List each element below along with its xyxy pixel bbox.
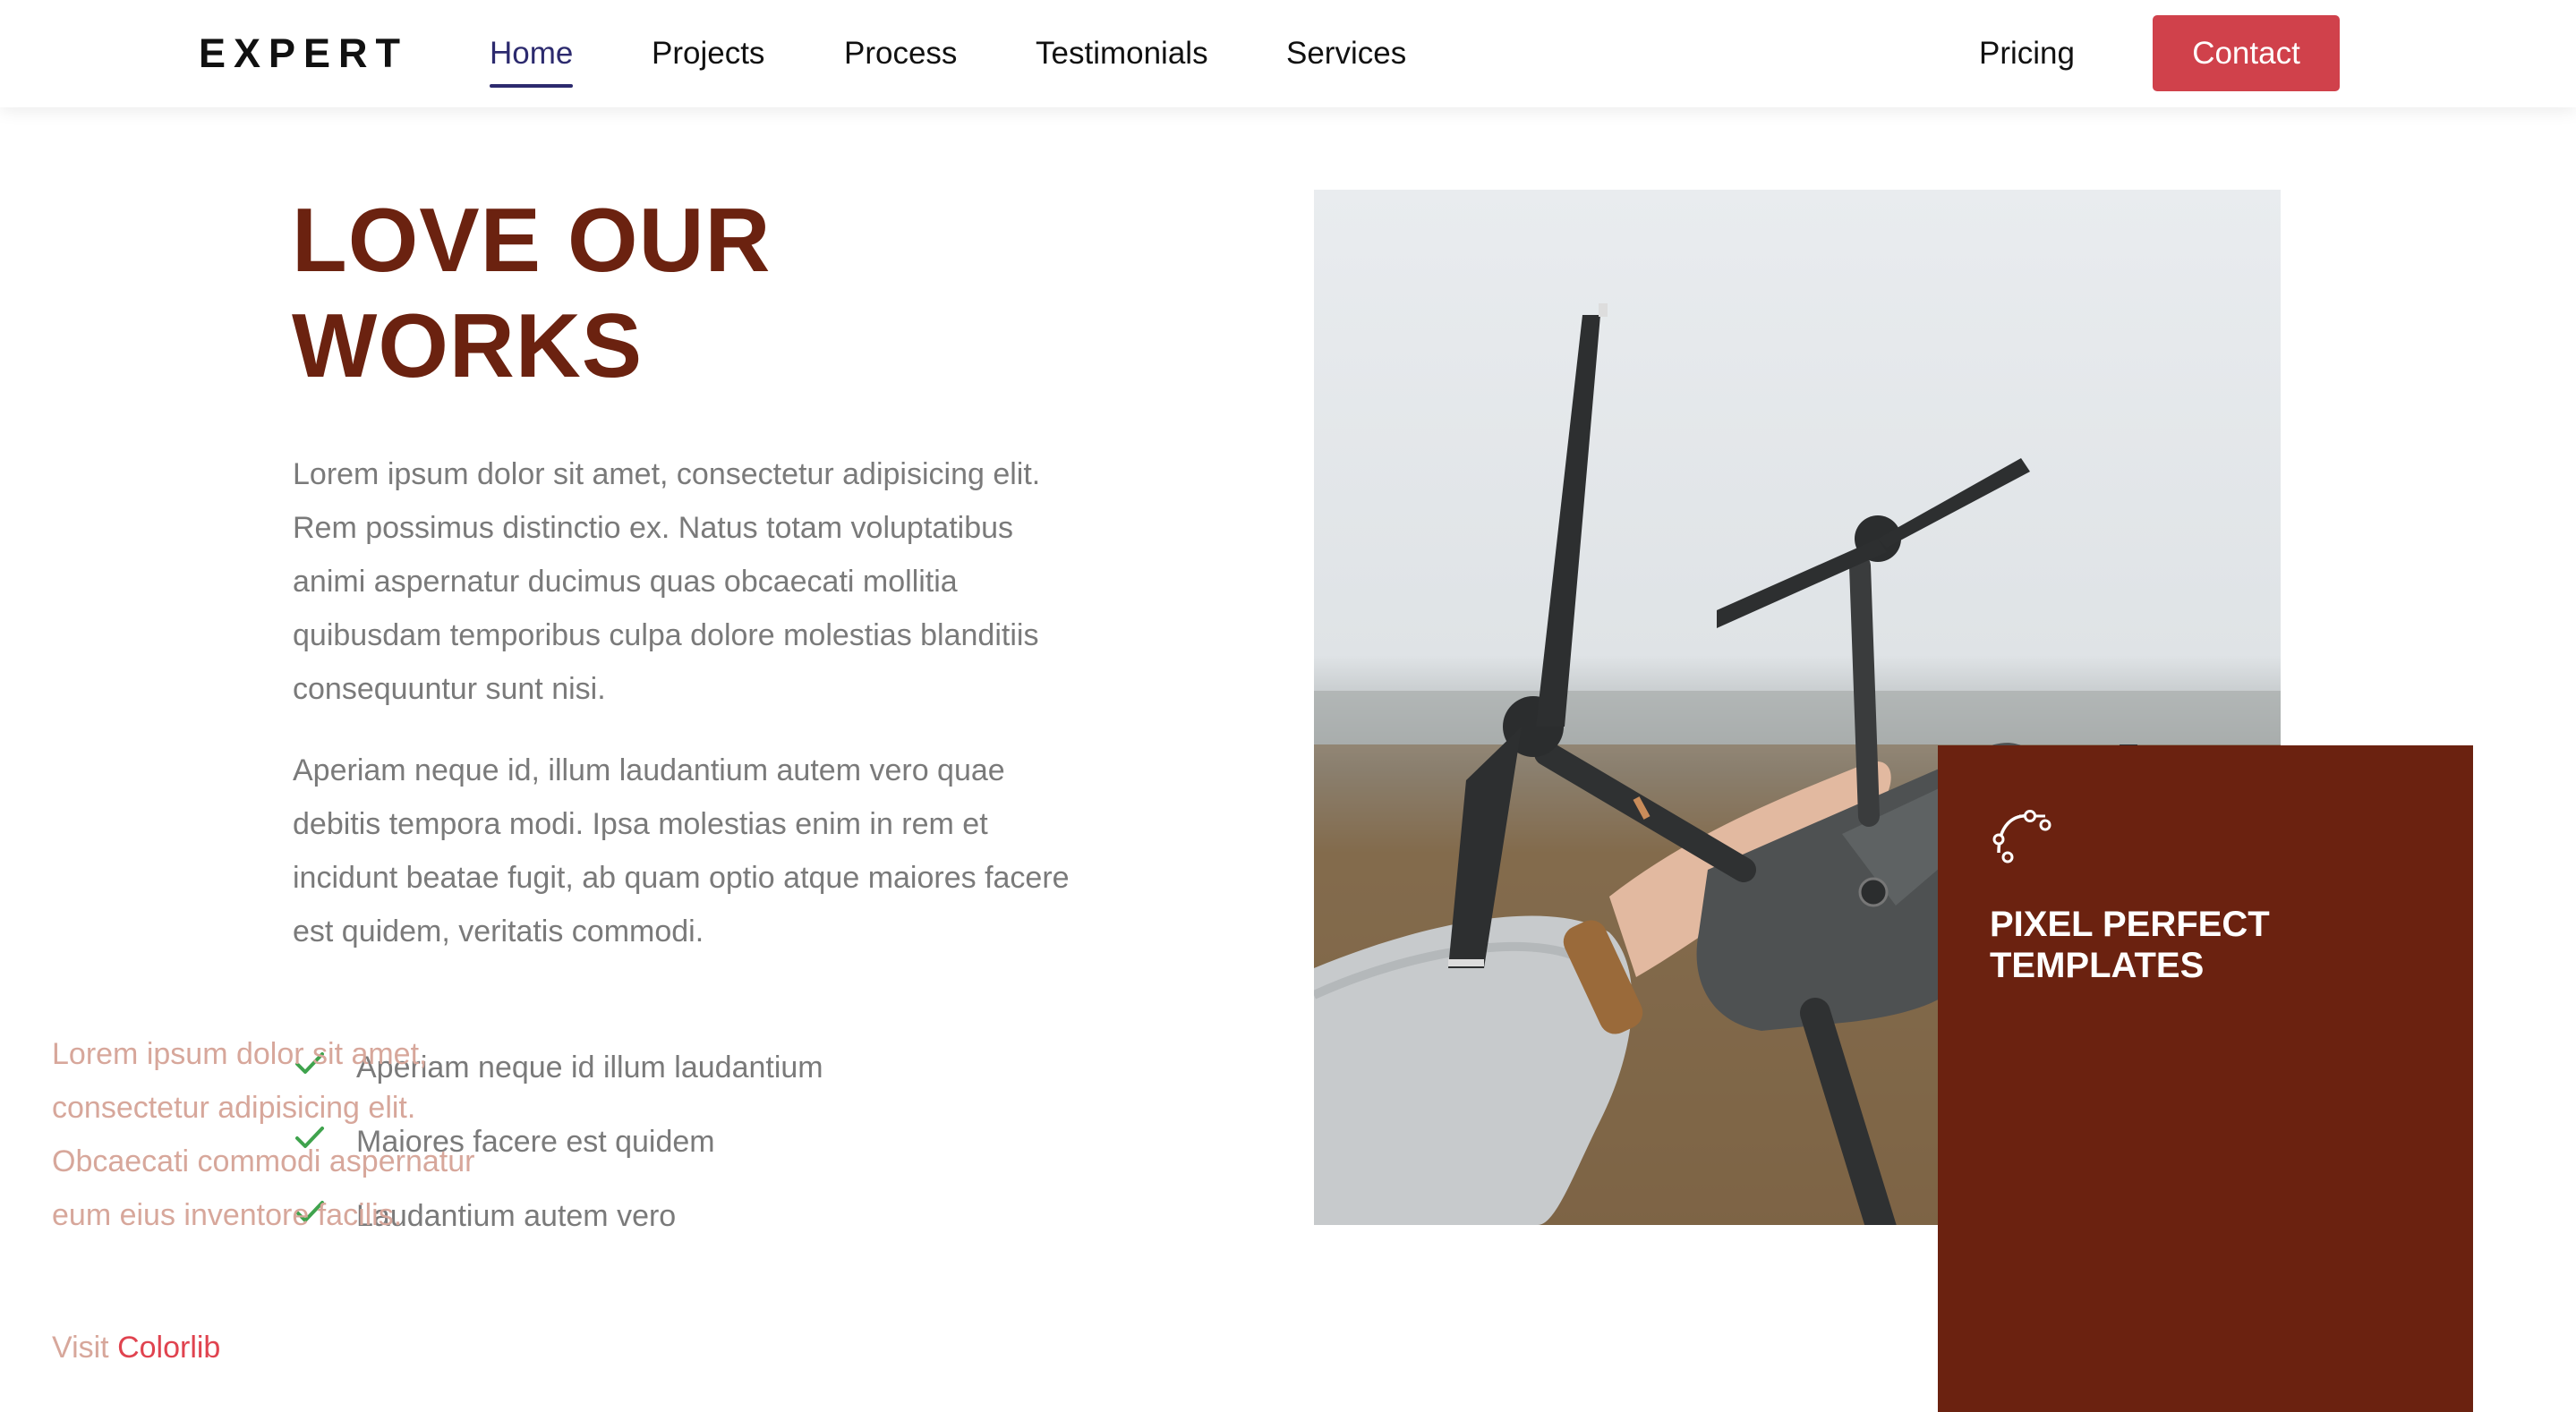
nav-link-home[interactable]: Home	[490, 30, 573, 78]
contact-button[interactable]: Contact	[2153, 15, 2340, 91]
nav-link-process[interactable]: Process	[844, 30, 957, 78]
nav-active-indicator	[490, 84, 573, 88]
nav-link-services[interactable]: Services	[1286, 30, 1406, 78]
brand-logo[interactable]: EXPERT	[199, 27, 408, 81]
feature-title: PIXEL PERFECT TEMPLATES	[1990, 905, 2270, 985]
top-navbar: EXPERT Home Projects Process Testimonial…	[0, 0, 2576, 107]
section-title-line-1: LOVE OUR	[292, 191, 772, 291]
nav-link-pricing[interactable]: Pricing	[1979, 30, 2075, 78]
feature-link-prefix: Visit	[52, 1331, 109, 1365]
feature-link-row: Visit Colorlib	[52, 1321, 220, 1374]
section-title-line-2: WORKS	[292, 296, 644, 396]
feature-card: PIXEL PERFECT TEMPLATES	[1938, 745, 2473, 1412]
intro-paragraph-2: Aperiam neque id, illum laudantium autem…	[293, 753, 1070, 948]
section-title: LOVE OUR WORKS	[292, 188, 918, 399]
intro-paragraph-1: Lorem ipsum dolor sit amet, consectetur …	[293, 457, 1041, 706]
nav-link-projects[interactable]: Projects	[652, 30, 764, 78]
nav-link-testimonials[interactable]: Testimonials	[1036, 30, 1208, 78]
colorlib-link[interactable]: Colorlib	[117, 1331, 220, 1365]
feature-description: Lorem ipsum dolor sit amet, consectetur …	[52, 1037, 475, 1232]
bezier-curve-icon	[1992, 810, 2051, 863]
